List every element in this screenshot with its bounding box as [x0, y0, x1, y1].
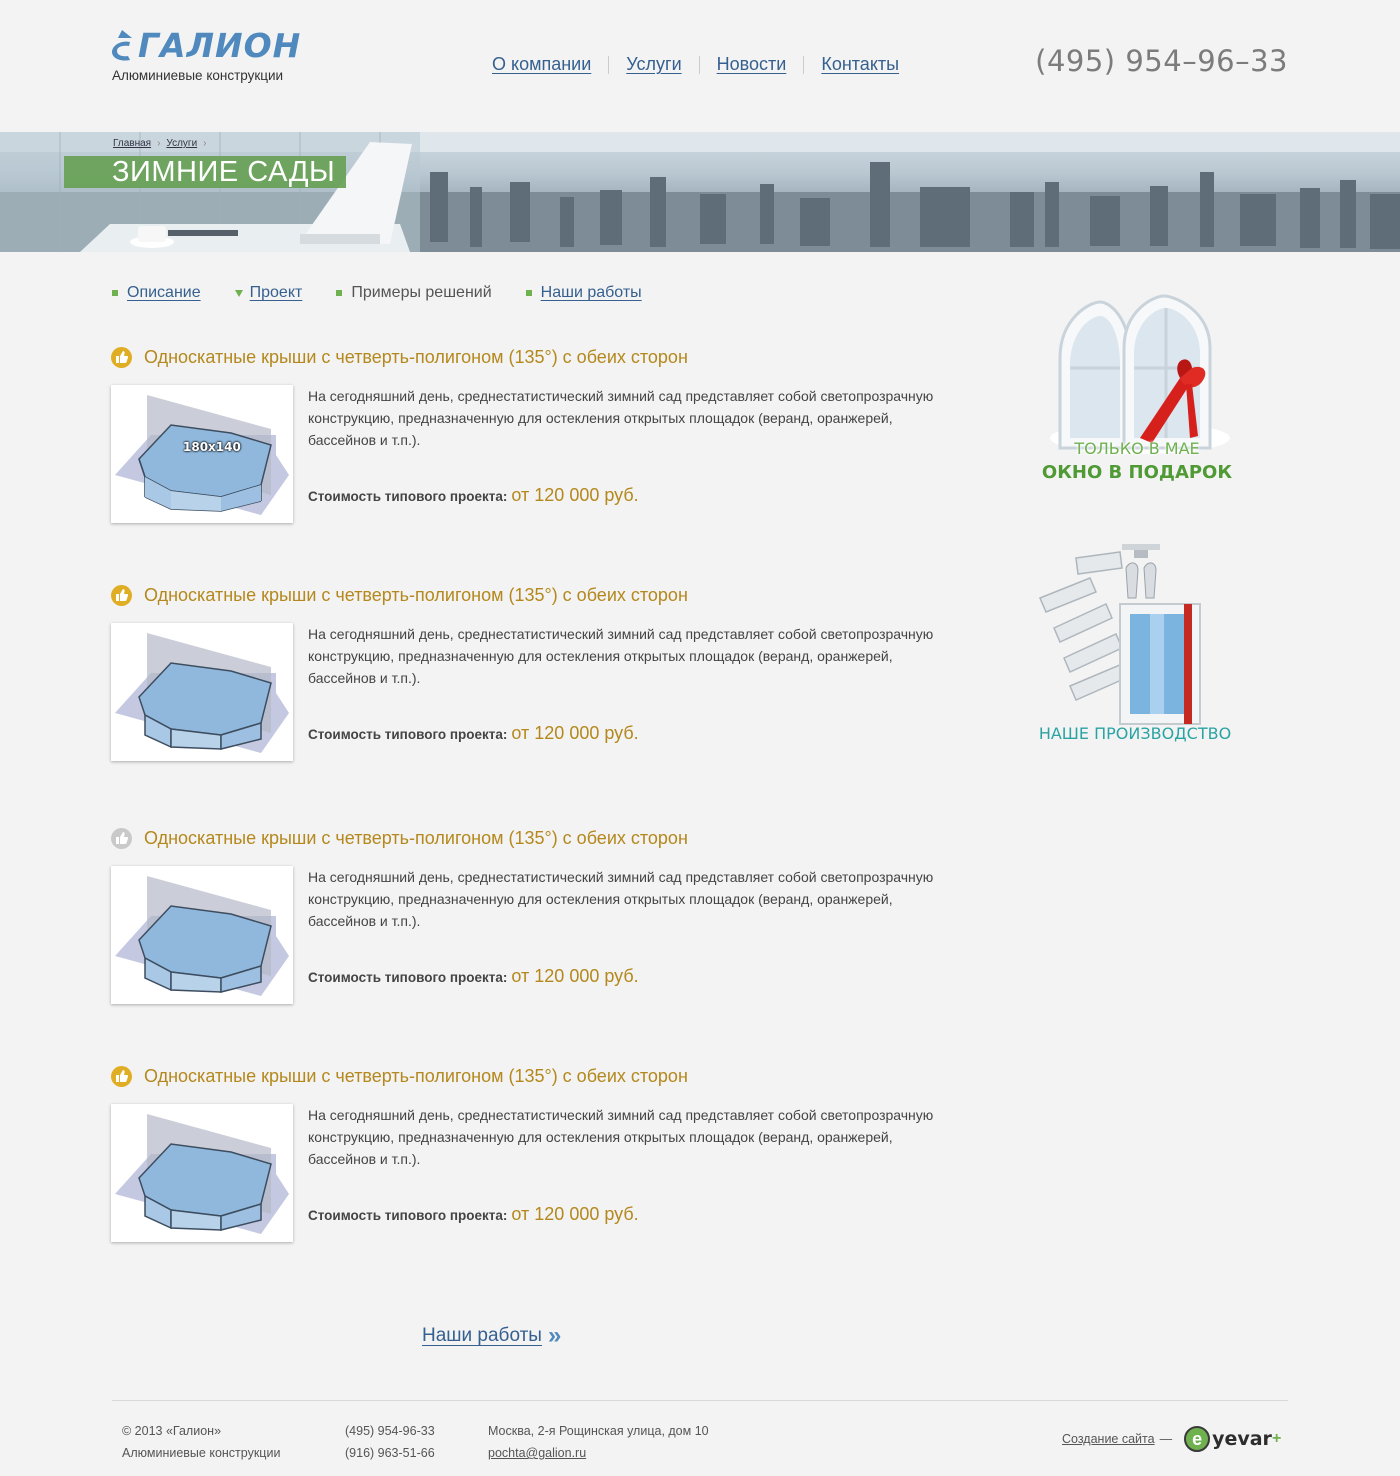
breadcrumb: Главная › Услуги › [113, 138, 207, 149]
plus-icon: + [1271, 1430, 1282, 1447]
project-price: Стоимость типового проекта: от 120 000 р… [308, 485, 639, 506]
production-promo[interactable]: НАШЕ ПРОИЗВОДСТВО [1030, 538, 1240, 748]
our-works-link[interactable]: Наши работы [422, 1325, 542, 1347]
creator-link[interactable]: Создание сайта [1062, 1432, 1155, 1446]
tab-description[interactable]: Описание [112, 284, 201, 302]
page-title: ЗИМНИЕ САДЫ [64, 156, 346, 188]
nav-divider [698, 55, 700, 74]
project-description: На сегодняшний день, среднестатистически… [308, 388, 934, 448]
tab-project-link[interactable]: Проект [250, 284, 303, 302]
footer-copyright: © 2013 «Галион» [122, 1424, 222, 1438]
window-profile-image [1039, 544, 1201, 725]
yevar-e-icon: e [1184, 1426, 1211, 1452]
triangle-down-icon [234, 289, 243, 297]
production-label: НАШЕ ПРОИЗВОДСТВО [1038, 724, 1232, 743]
winter-garden-render [115, 1114, 289, 1234]
tab-description-link[interactable]: Описание [127, 284, 201, 302]
page-banner: Главная › Услуги › ЗИМНИЕ САДЫ [0, 132, 1400, 252]
footer-address: Москва, 2-я Рощинская улица, дом 10 poch… [488, 1420, 709, 1464]
tab-examples: Примеры решений [336, 284, 492, 302]
tab-examples-label: Примеры решений [351, 284, 492, 301]
project-image[interactable] [111, 623, 293, 761]
promo-line-2: ОКНО В ПОДАРОК [1041, 462, 1233, 483]
project-image[interactable] [111, 1104, 293, 1242]
thumbs-up-icon [111, 584, 132, 606]
thumbs-up-icon [111, 827, 132, 849]
thumbs-up-icon [111, 1065, 132, 1087]
footer-company-sub: Алюминиевые конструкции [122, 1446, 281, 1460]
price-label: Стоимость типового проекта: [308, 727, 508, 742]
price-value: от 120 000 руб. [511, 485, 639, 505]
creator-dash: — [1159, 1432, 1173, 1446]
breadcrumb-separator-icon: › [157, 138, 161, 149]
project-card: Односкатные крыши с четверть-полигоном (… [111, 345, 951, 530]
project-card: Односкатные крыши с четверть-полигоном (… [111, 826, 951, 1011]
double-chevron-right-icon: » [547, 1322, 562, 1349]
project-description: На сегодняшний день, среднестатистически… [308, 869, 934, 929]
project-price: Стоимость типового проекта: от 120 000 р… [308, 966, 639, 987]
footer-address-text: Москва, 2-я Рощинская улица, дом 10 [488, 1424, 709, 1438]
image-size-label: 180x140 [183, 440, 241, 454]
logo[interactable]: ГАЛИОН Алюминиевые конструкции [108, 28, 308, 83]
winter-garden-render [115, 633, 289, 753]
yevar-logo-text: yevar [1212, 1428, 1272, 1450]
square-bullet-icon [112, 290, 118, 296]
our-works-more[interactable]: Наши работы » [422, 1322, 561, 1350]
project-price: Стоимость типового проекта: от 120 000 р… [308, 723, 639, 744]
header-phone: (495) 954–96–33 [1035, 44, 1288, 78]
breadcrumb-separator-icon: › [203, 138, 207, 149]
nav-news[interactable]: Новости [717, 54, 787, 75]
window-gift-promo[interactable]: ТОЛЬКО В МАЕ ОКНО В ПОДАРОК [1040, 288, 1240, 498]
project-title[interactable]: Односкатные крыши с четверть-полигоном (… [144, 347, 688, 368]
footer-divider [112, 1400, 1288, 1401]
price-value: от 120 000 руб. [511, 723, 639, 743]
price-value: от 120 000 руб. [511, 1204, 639, 1224]
breadcrumb-home[interactable]: Главная [113, 138, 151, 149]
logo-subtitle: Алюминиевые конструкции [112, 68, 284, 83]
square-bullet-icon [525, 290, 532, 296]
breadcrumb-services[interactable]: Услуги [166, 138, 197, 149]
nav-about[interactable]: О компании [492, 54, 591, 75]
price-label: Стоимость типового проекта: [308, 970, 508, 985]
city-skyline-image [0, 132, 1400, 252]
price-value: от 120 000 руб. [511, 966, 639, 986]
main-nav: О компании Услуги Новости Контакты [492, 54, 899, 75]
yevar-logo[interactable]: e yevar + [1184, 1426, 1281, 1452]
project-description: На сегодняшний день, среднестатистически… [308, 1107, 934, 1167]
ship-logo-icon [108, 28, 136, 64]
footer-phone-1: (495) 954-96-33 [345, 1424, 435, 1438]
logo-text: ГАЛИОН [138, 26, 302, 65]
nav-contacts[interactable]: Контакты [821, 54, 899, 75]
footer-creator: Создание сайта — e yevar + [1062, 1426, 1281, 1452]
square-bullet-icon [336, 290, 343, 296]
footer-phones: (495) 954-96-33 (916) 963-51-66 [345, 1420, 435, 1464]
section-tabs: Описание Проект Примеры решений Наши раб… [112, 284, 676, 302]
project-card: Односкатные крыши с четверть-полигоном (… [111, 1064, 951, 1249]
project-card: Односкатные крыши с четверть-полигоном (… [111, 583, 951, 768]
project-title[interactable]: Односкатные крыши с четверть-полигоном (… [144, 585, 688, 606]
project-image[interactable]: 180x140 [111, 385, 293, 523]
nav-services[interactable]: Услуги [626, 54, 681, 75]
price-label: Стоимость типового проекта: [308, 1208, 508, 1223]
tab-our-works[interactable]: Наши работы [525, 284, 642, 302]
promo-line-1: ТОЛЬКО В МАЕ [1074, 439, 1200, 458]
footer-company: © 2013 «Галион» Алюминиевые конструкции [122, 1420, 280, 1464]
thumbs-up-icon [111, 346, 132, 368]
footer-phone-2: (916) 963-51-66 [345, 1446, 435, 1460]
project-title[interactable]: Односкатные крыши с четверть-полигоном (… [144, 1066, 688, 1087]
nav-divider [803, 55, 805, 74]
project-title[interactable]: Односкатные крыши с четверть-полигоном (… [144, 828, 688, 849]
tab-project[interactable]: Проект [234, 284, 303, 302]
project-description: На сегодняшний день, среднестатистически… [308, 626, 934, 686]
winter-garden-render [115, 876, 289, 996]
arched-windows-image [1050, 294, 1230, 454]
project-price: Стоимость типового проекта: от 120 000 р… [308, 1204, 639, 1225]
tab-our-works-link[interactable]: Наши работы [541, 284, 642, 302]
footer-email-link[interactable]: pochta@galion.ru [488, 1446, 586, 1460]
project-image[interactable] [111, 866, 293, 1004]
winter-garden-render [115, 395, 289, 515]
price-label: Стоимость типового проекта: [308, 489, 508, 504]
nav-divider [608, 55, 610, 74]
